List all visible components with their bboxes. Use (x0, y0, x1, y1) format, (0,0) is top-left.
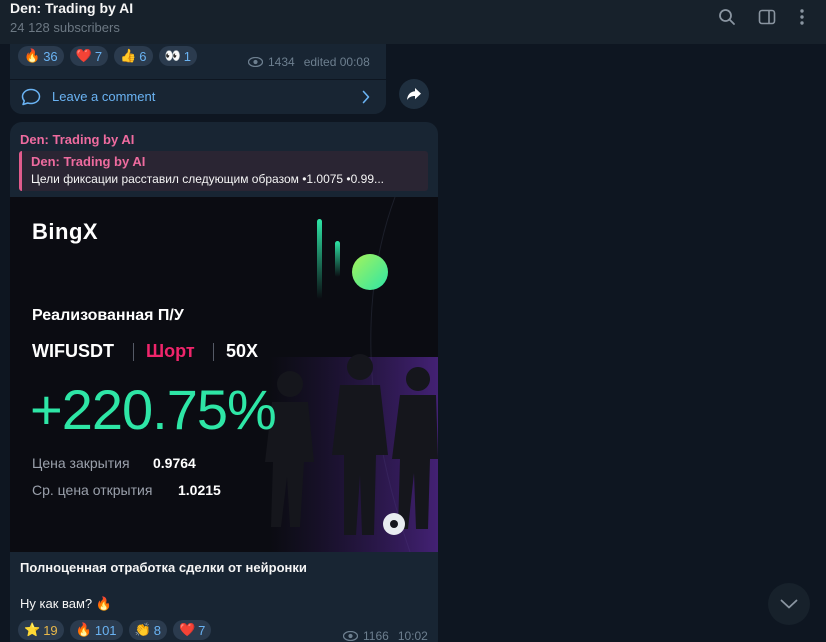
reaction-count: 101 (94, 622, 117, 638)
reaction-heart[interactable]: ❤️ 7 (172, 620, 212, 640)
reaction-heart[interactable]: ❤️ 7 (69, 46, 109, 66)
reaction-star[interactable]: ⭐ 19 (18, 620, 64, 640)
scroll-down-button[interactable] (768, 583, 810, 625)
reactions-bar: ⭐ 19 🔥 101 👏 8 ❤️ 7 (18, 620, 212, 640)
reaction-count: 7 (94, 48, 103, 64)
reaction-count: 8 (153, 622, 161, 638)
views-icon (248, 57, 263, 67)
reply-text: Цели фиксации расставил следующим образо… (31, 172, 384, 186)
close-price-label: Цена закрытия (32, 455, 130, 471)
reactions-bar: 🔥 36 ❤️ 7 👍 6 👀 1 (18, 46, 197, 66)
leave-comment-label: Leave a comment (52, 89, 156, 104)
message-author[interactable]: Den: Trading by AI (20, 132, 134, 147)
reaction-thumbs-up[interactable]: 👍 6 (114, 46, 153, 66)
leave-comment-button[interactable]: Leave a comment (10, 79, 386, 114)
reaction-fire[interactable]: 🔥 101 (69, 620, 123, 640)
realized-pnl-label: Реализованная П/У (32, 307, 184, 324)
reaction-count: 6 (139, 48, 147, 64)
reaction-clap[interactable]: 👏 8 (128, 620, 167, 640)
sidebar-icon[interactable] (756, 6, 778, 28)
open-price-value: 1.0215 (178, 482, 221, 498)
subscriber-count: 24 128 subscribers (10, 20, 120, 35)
pnl-percent: +220.75% (30, 378, 277, 441)
reaction-emoji: 🔥 (75, 622, 92, 637)
leverage: 50X (226, 341, 259, 361)
trading-pair: WIFUSDT (32, 341, 114, 361)
reaction-emoji: 👏 (134, 622, 151, 637)
bingx-logo: BingX (32, 219, 99, 244)
search-icon[interactable] (716, 6, 738, 28)
chat-header: Den: Trading by AI 24 128 subscribers (0, 0, 826, 44)
chevron-down-icon (780, 599, 798, 609)
more-icon[interactable] (791, 6, 813, 28)
message-meta: 1166 10:02 (343, 629, 428, 642)
view-count: 1434 (268, 55, 295, 69)
message-list[interactable]: 🔥 36 ❤️ 7 👍 6 👀 1 1434 edited 00:08 Leave a … (0, 44, 826, 642)
channel-title[interactable]: Den: Trading by AI (10, 0, 133, 16)
edited-time: edited 00:08 (303, 55, 370, 69)
reaction-count: 19 (43, 622, 58, 638)
trade-direction: Шорт (146, 341, 195, 361)
message-meta: 1434 edited 00:08 (248, 55, 370, 69)
reply-quote[interactable]: Den: Trading by AI Цели фиксации расстав… (19, 151, 428, 191)
open-price-label: Ср. цена открытия (32, 482, 153, 498)
message-text: Ну как вам? 🔥 (20, 596, 112, 611)
divider (133, 343, 134, 361)
reaction-count: 7 (198, 622, 206, 638)
close-price-value: 0.9764 (153, 455, 196, 471)
message-caption: Полноценная отработка сделки от нейронки (20, 560, 307, 575)
reaction-emoji: ⭐ (24, 622, 41, 637)
message-bubble: Den: Trading by AI Den: Trading by AI Це… (10, 122, 438, 642)
divider (213, 343, 214, 361)
comment-icon (21, 88, 41, 106)
share-button[interactable] (399, 79, 429, 109)
banner-graphics (265, 197, 438, 552)
reaction-emoji: 🔥 (24, 48, 41, 63)
reaction-count: 1 (183, 48, 191, 64)
reaction-eyes[interactable]: 👀 1 (158, 46, 197, 66)
share-icon (407, 88, 421, 100)
trade-result-image[interactable]: BingX Реализованная П/У WIFUSDT Шорт 50X… (10, 197, 438, 552)
reply-author: Den: Trading by AI (31, 154, 146, 169)
view-count: 1166 (363, 629, 389, 642)
chevron-right-icon (362, 90, 370, 104)
reaction-emoji: ❤️ (178, 622, 196, 637)
reaction-emoji: 👍 (120, 48, 137, 63)
views-icon (343, 631, 358, 641)
reaction-count: 36 (43, 48, 58, 64)
reaction-emoji: 👀 (164, 48, 181, 63)
reaction-fire[interactable]: 🔥 36 (18, 46, 64, 66)
reaction-emoji: ❤️ (75, 48, 92, 63)
message-time: 10:02 (397, 629, 428, 642)
